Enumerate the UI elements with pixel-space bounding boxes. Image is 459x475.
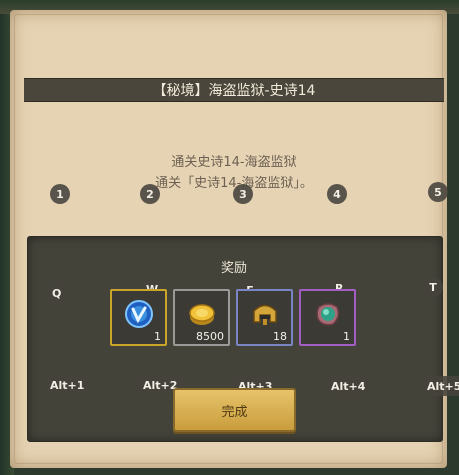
green-orb-icon [313, 299, 343, 333]
hotkey-3[interactable]: 3 [233, 184, 253, 204]
hotkey-q[interactable]: Q [46, 283, 68, 303]
reward-quantity: 8500 [196, 330, 224, 343]
quest-title: 【秘境】海盗监狱-史诗14 [24, 78, 444, 102]
helmet-icon [250, 300, 280, 332]
hotkey-t[interactable]: T [423, 277, 443, 297]
hotkey-alt-1[interactable]: Alt+1 [44, 375, 91, 395]
reward-slot-helmet[interactable]: 18 [236, 289, 293, 346]
reward-quantity: 1 [154, 330, 161, 343]
hotkey-4[interactable]: 4 [327, 184, 347, 204]
quest-objective: 通关史诗14-海盗监狱 [171, 155, 297, 170]
reward-quantity: 1 [343, 330, 350, 343]
reward-slot-gold[interactable]: 8500 [173, 289, 230, 346]
reward-slot-crystal[interactable]: 1 [110, 289, 167, 346]
reward-quantity: 18 [273, 330, 287, 343]
reward-slot-orb[interactable]: 1 [299, 289, 356, 346]
blue-crystal-icon [124, 299, 154, 333]
reward-title: 奖励 [220, 261, 247, 276]
gold-coin-icon [187, 301, 217, 331]
complete-button[interactable]: 完成 [173, 388, 296, 432]
hotkey-alt-5[interactable]: Alt+5 [421, 376, 459, 396]
hotkey-1[interactable]: 1 [50, 184, 70, 204]
hotkey-5[interactable]: 5 [428, 182, 448, 202]
hotkey-alt-4[interactable]: Alt+4 [325, 376, 372, 396]
hotkey-2[interactable]: 2 [140, 184, 160, 204]
